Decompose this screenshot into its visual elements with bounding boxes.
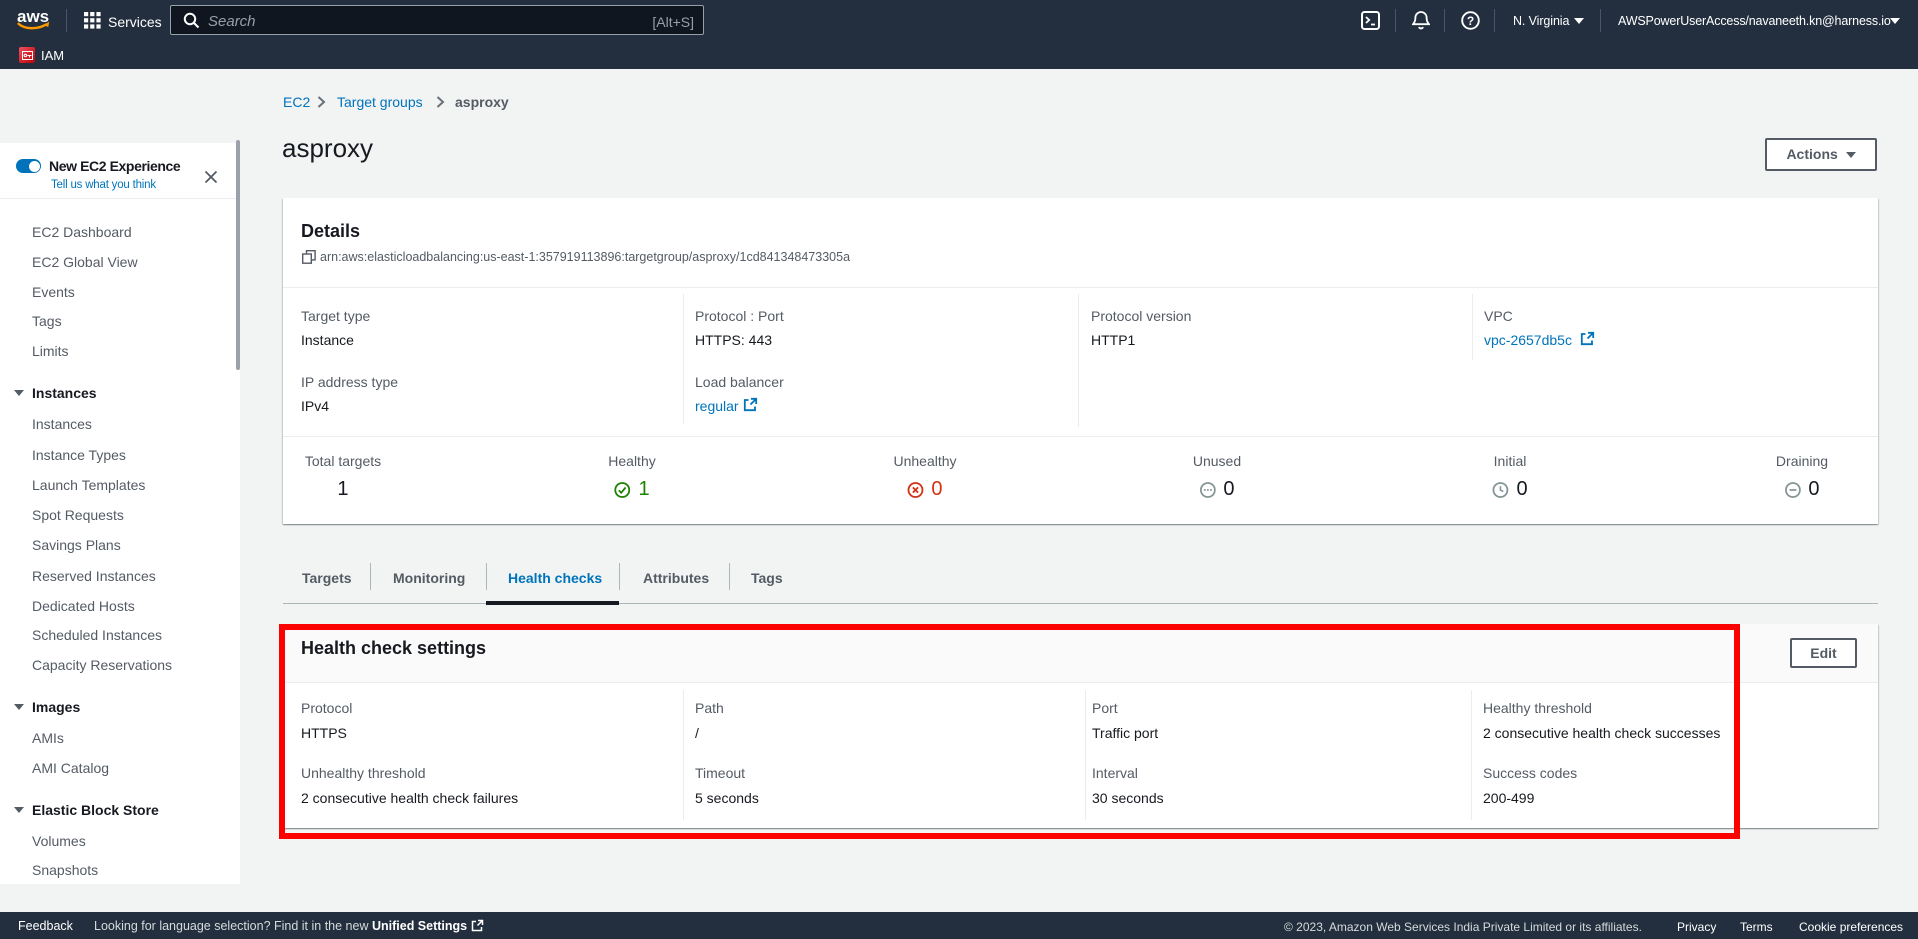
svg-text:aws: aws <box>17 7 49 26</box>
svg-text:?: ? <box>1467 14 1474 28</box>
